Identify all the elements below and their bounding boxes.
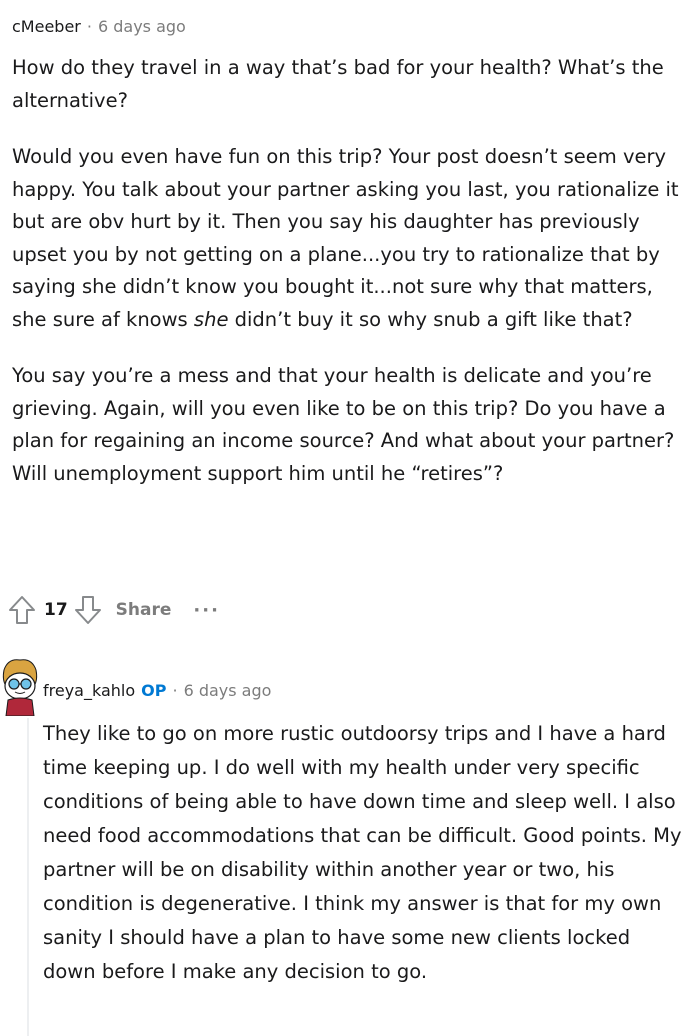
meta-separator: · [86, 16, 92, 36]
thread-line[interactable] [27, 718, 29, 1036]
reply-meta: freya_kahlo OP · 6 days ago [43, 672, 271, 708]
comment-action-bar: 17 Share ··· [8, 592, 220, 628]
comment-meta: cMeeber · 6 days ago [12, 0, 688, 52]
comment-timestamp[interactable]: 6 days ago [98, 17, 186, 36]
op-badge: OP [141, 680, 167, 700]
comment-author[interactable]: cMeeber [12, 17, 81, 36]
comment-paragraph: Would you even have fun on this trip? Yo… [12, 141, 688, 336]
vote-count: 17 [44, 600, 68, 620]
snoo-avatar-icon[interactable] [0, 656, 40, 717]
reply-timestamp[interactable]: 6 days ago [184, 681, 272, 700]
upvote-arrow-icon[interactable] [8, 595, 36, 625]
more-options-button[interactable]: ··· [193, 600, 220, 621]
comment: cMeeber · 6 days ago How do they travel … [12, 0, 688, 514]
reply-paragraph: They like to go on more rustic outdoorsy… [43, 722, 682, 983]
comment-text: didn’t buy it so why snub a gift like th… [228, 307, 633, 331]
downvote-arrow-icon[interactable] [74, 595, 102, 625]
meta-separator: · [172, 680, 178, 700]
share-button[interactable]: Share [116, 600, 172, 620]
comment-paragraph: You say you’re a mess and that your heal… [12, 364, 675, 485]
comment-paragraph: How do they travel in a way that’s bad f… [12, 56, 664, 112]
emphasized-text: she [193, 307, 229, 331]
reply-body: They like to go on more rustic outdoorsy… [43, 717, 688, 989]
comment-body: How do they travel in a way that’s bad f… [12, 52, 688, 490]
comment-text: Would you even have fun on this trip? Yo… [12, 145, 679, 331]
reply-author[interactable]: freya_kahlo [43, 681, 135, 700]
